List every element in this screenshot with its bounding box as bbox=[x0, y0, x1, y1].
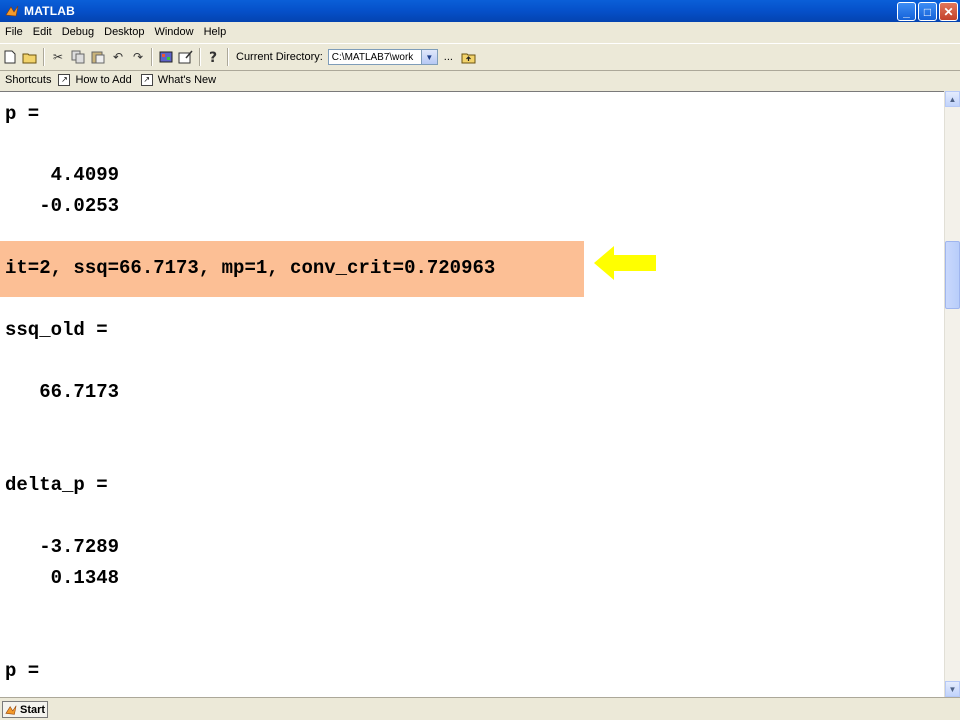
output-line: p = bbox=[5, 660, 40, 682]
start-button[interactable]: Start bbox=[2, 701, 48, 718]
output-line: delta_p = bbox=[5, 474, 108, 496]
scroll-up-button[interactable]: ▲ bbox=[945, 91, 960, 107]
title-bar: MATLAB _ □ ✕ bbox=[0, 0, 960, 22]
output-line: ssq_old = bbox=[5, 319, 108, 341]
redo-icon[interactable]: ↷ bbox=[128, 47, 148, 67]
vertical-scrollbar[interactable]: ▲ ▼ bbox=[944, 91, 960, 697]
undo-icon[interactable]: ↶ bbox=[108, 47, 128, 67]
browse-folder-button[interactable]: ... bbox=[444, 51, 453, 63]
matlab-logo-icon bbox=[4, 3, 20, 19]
shortcuts-label[interactable]: Shortcuts bbox=[5, 74, 51, 86]
shortcut-label: How to Add bbox=[75, 74, 132, 86]
output-line: 66.7173 bbox=[5, 381, 120, 403]
scroll-down-button[interactable]: ▼ bbox=[945, 681, 960, 697]
open-folder-icon[interactable] bbox=[20, 47, 40, 67]
pointer-arrow-icon bbox=[594, 246, 656, 280]
shortcut-link-icon: ↗ bbox=[140, 74, 153, 86]
status-bar: Start bbox=[0, 697, 960, 720]
cut-icon[interactable]: ✂ bbox=[48, 47, 68, 67]
current-directory-select[interactable]: C:\MATLAB7\work ▼ bbox=[327, 49, 438, 65]
chevron-down-icon[interactable]: ▼ bbox=[420, 50, 437, 64]
menu-window[interactable]: Window bbox=[149, 26, 198, 38]
scroll-thumb[interactable] bbox=[945, 241, 960, 309]
folder-up-icon[interactable] bbox=[459, 47, 479, 67]
output-line: -0.0253 bbox=[5, 195, 120, 217]
output-line: it=2, ssq=66.7173, mp=1, conv_crit=0.720… bbox=[5, 257, 496, 279]
maximize-button[interactable]: □ bbox=[918, 2, 937, 21]
output-line: 0.1348 bbox=[5, 567, 120, 589]
toolbar-separator bbox=[199, 48, 201, 66]
toolbar-separator bbox=[43, 48, 45, 66]
toolbar-separator bbox=[227, 48, 229, 66]
menu-edit[interactable]: Edit bbox=[28, 26, 57, 38]
new-file-icon[interactable] bbox=[0, 47, 20, 67]
shortcut-label: What's New bbox=[157, 74, 217, 86]
toolbar-separator bbox=[151, 48, 153, 66]
current-directory-label: Current Directory: bbox=[236, 51, 323, 63]
simulink-icon[interactable] bbox=[156, 47, 176, 67]
menu-debug[interactable]: Debug bbox=[57, 26, 99, 38]
shortcuts-bar: Shortcuts ↗ How to Add ↗ What's New bbox=[0, 70, 960, 90]
menu-bar: File Edit Debug Desktop Window Help bbox=[0, 22, 960, 42]
minimize-button[interactable]: _ bbox=[897, 2, 916, 21]
output-line: p = bbox=[5, 103, 40, 125]
command-window[interactable]: p = 4.4099 -0.0253 it=2, ssq=66.7173, mp… bbox=[0, 91, 944, 697]
output-line: -3.7289 bbox=[5, 536, 120, 558]
shortcut-how-to-add[interactable]: ↗ How to Add bbox=[58, 74, 132, 86]
svg-text:?: ? bbox=[209, 50, 217, 65]
help-icon[interactable]: ? bbox=[204, 47, 224, 67]
menu-file[interactable]: File bbox=[0, 26, 28, 38]
menu-desktop[interactable]: Desktop bbox=[99, 26, 149, 38]
shortcut-whats-new[interactable]: ↗ What's New bbox=[140, 74, 217, 86]
window-title: MATLAB bbox=[24, 4, 75, 18]
guide-icon[interactable] bbox=[176, 47, 196, 67]
copy-icon[interactable] bbox=[68, 47, 88, 67]
close-button[interactable]: ✕ bbox=[939, 2, 958, 21]
menu-help[interactable]: Help bbox=[199, 26, 232, 38]
start-label: Start bbox=[20, 703, 46, 716]
paste-icon[interactable] bbox=[88, 47, 108, 67]
matlab-logo-icon bbox=[5, 704, 17, 716]
shortcut-link-icon: ↗ bbox=[58, 74, 71, 86]
current-directory-value: C:\MATLAB7\work bbox=[331, 51, 414, 63]
toolbar: ✂ ↶ ↷ ? Current Directory: C:\MATLAB7\wo… bbox=[0, 43, 960, 71]
output-line: 4.4099 bbox=[5, 164, 120, 186]
